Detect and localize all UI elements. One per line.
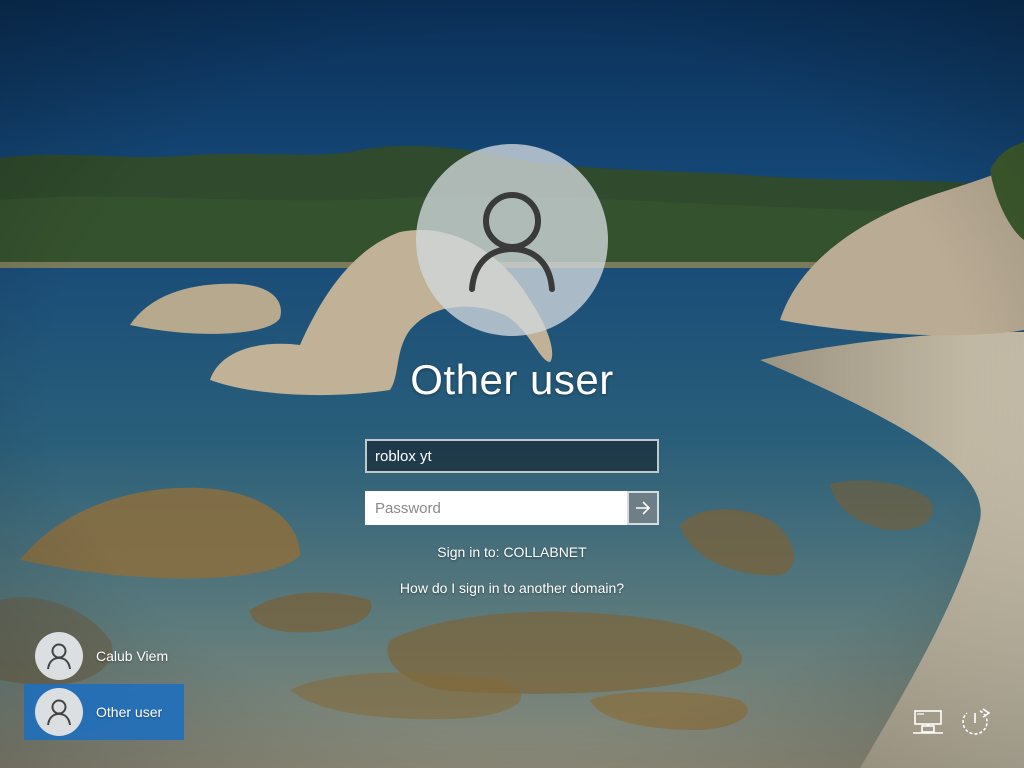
user-silhouette-icon	[469, 192, 555, 292]
user-silhouette-icon	[47, 643, 71, 670]
user-tile-label: Other user	[96, 704, 163, 720]
power-icon	[962, 708, 991, 735]
password-row	[365, 491, 659, 525]
arrow-right-icon	[636, 501, 651, 515]
username-field[interactable]	[365, 439, 659, 473]
user-tile-calub-viem[interactable]: Calub Viem	[24, 628, 184, 684]
user-avatar	[35, 632, 83, 680]
submit-button[interactable]	[627, 491, 659, 525]
network-icon	[913, 710, 943, 734]
user-avatar	[35, 688, 83, 736]
network-button[interactable]	[910, 704, 946, 740]
user-avatar-large	[416, 144, 608, 336]
sign-in-domain-text: Sign in to: COLLABNET	[437, 544, 587, 560]
user-tile-label: Calub Viem	[96, 648, 169, 664]
power-button[interactable]	[957, 704, 993, 740]
user-title: Other user	[410, 356, 614, 403]
lock-screen: Other user Sign in to: COLLABNET How do …	[0, 0, 1024, 768]
user-silhouette-icon	[47, 699, 71, 726]
user-tile-other-user[interactable]: Other user	[24, 684, 184, 740]
other-domain-link[interactable]: How do I sign in to another domain?	[312, 580, 712, 596]
password-field[interactable]	[365, 491, 627, 525]
